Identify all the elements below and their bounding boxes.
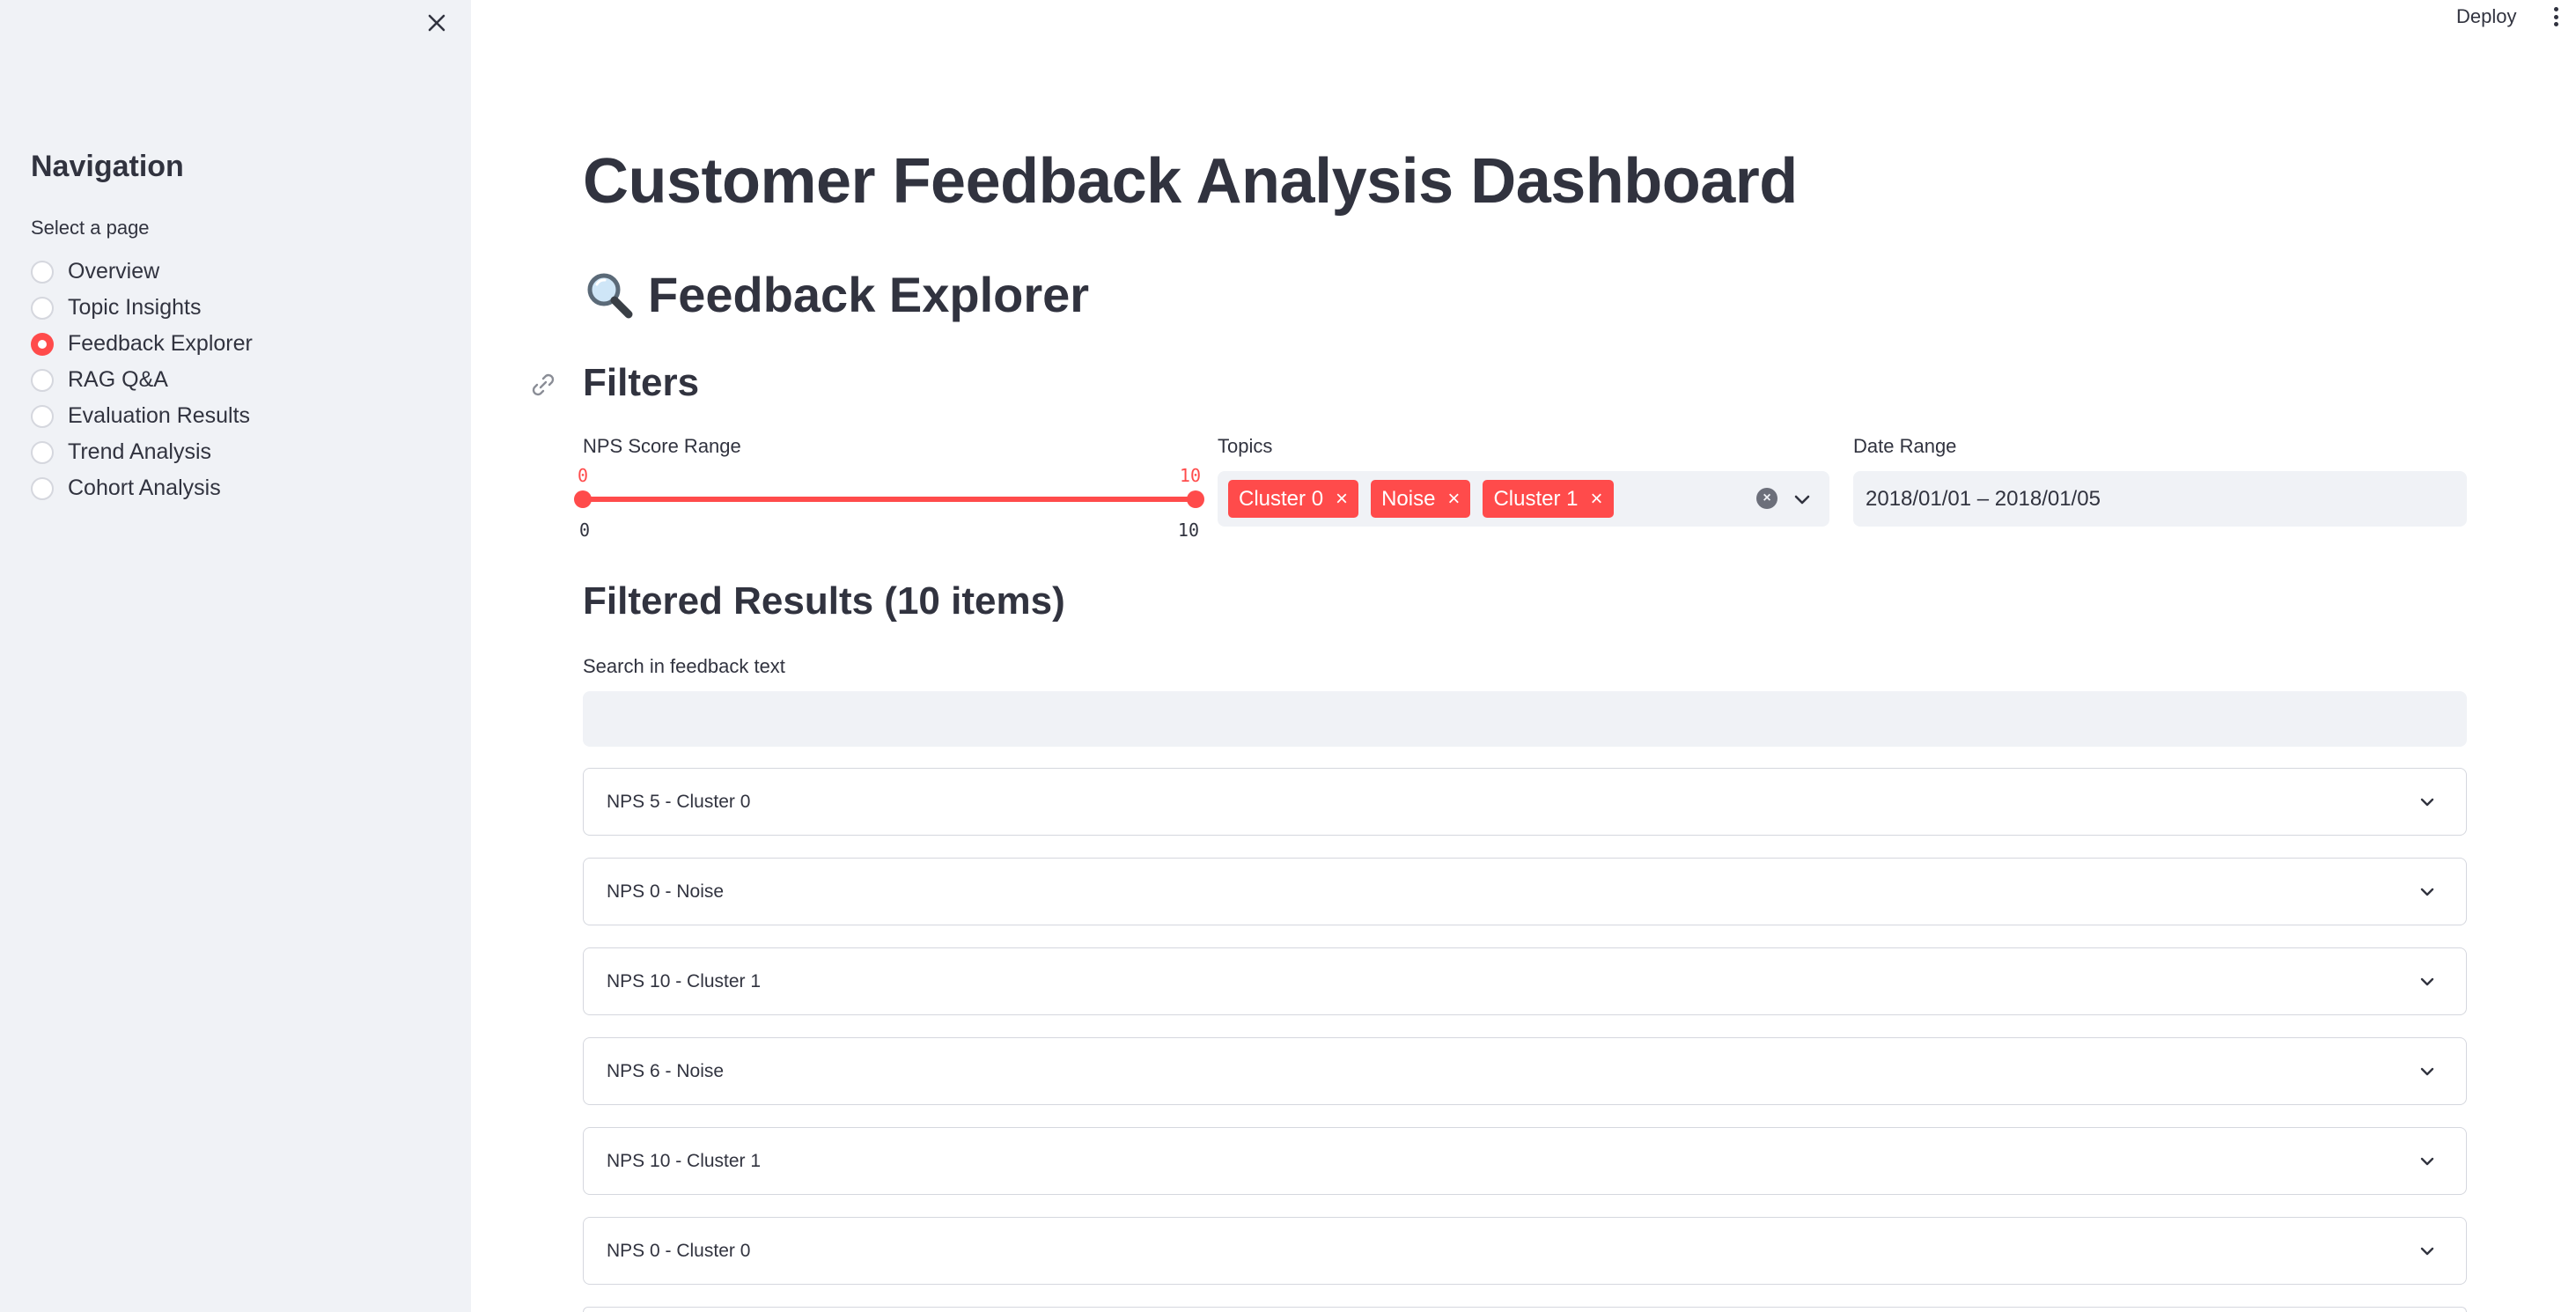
clear-all-icon[interactable]: × (1756, 488, 1777, 509)
expander-label: NPS 10 - Cluster 1 (607, 1150, 762, 1171)
link-icon[interactable] (528, 370, 558, 400)
radio-button[interactable] (31, 476, 54, 500)
chevron-down-icon (2420, 1067, 2434, 1076)
chevron-down-icon[interactable] (1792, 489, 1813, 510)
radio-label: Evaluation Results (68, 403, 251, 428)
close-sidebar-button[interactable] (421, 7, 453, 39)
tag-label: Noise (1381, 486, 1436, 511)
slider-min-value: 0 (578, 465, 589, 486)
nps-range-slider[interactable]: 0 10 0 10 (574, 465, 1204, 541)
chevron-down-icon (2420, 798, 2434, 807)
chevron-down-icon (2420, 1157, 2434, 1166)
radio-button[interactable] (31, 368, 54, 392)
result-expander[interactable]: NPS 6 - Noise (583, 1037, 2467, 1105)
radio-item-overview[interactable]: Overview (31, 254, 253, 290)
remove-tag-icon[interactable]: × (1590, 487, 1602, 512)
topic-tag: Noise × (1371, 480, 1471, 518)
date-range-label: Date Range (1853, 435, 1957, 457)
slider-range-min-label: 0 (579, 520, 591, 541)
date-range-input[interactable]: 2018/01/01 – 2018/01/05 (1853, 471, 2467, 527)
topics-label: Topics (1218, 435, 1273, 457)
radio-button[interactable] (31, 440, 54, 464)
radio-item-feedback-explorer[interactable]: Feedback Explorer (31, 326, 253, 362)
radio-button[interactable] (31, 260, 54, 284)
radio-button[interactable] (31, 296, 54, 320)
expander-label: NPS 5 - Cluster 0 (607, 791, 751, 812)
section-title-text: Feedback Explorer (648, 267, 1090, 322)
topic-tag: Cluster 1 × (1483, 480, 1614, 518)
chevron-down-icon (2420, 977, 2434, 986)
magnifying-glass-icon (583, 269, 636, 321)
kebab-dot (2553, 22, 2558, 26)
radio-label: Feedback Explorer (68, 331, 253, 356)
radio-label: Cohort Analysis (68, 475, 221, 500)
result-expander-partial[interactable] (583, 1307, 2467, 1312)
radio-label: Trend Analysis (68, 439, 212, 464)
slider-track[interactable] (583, 497, 1196, 502)
slider-max-handle[interactable] (1187, 490, 1204, 508)
main-menu-button[interactable] (2547, 4, 2565, 30)
sidebar: Navigation Select a page Overview Topic … (0, 0, 471, 1312)
radio-item-topic-insights[interactable]: Topic Insights (31, 290, 253, 326)
radio-item-cohort-analysis[interactable]: Cohort Analysis (31, 470, 253, 506)
deploy-button[interactable]: Deploy (2456, 5, 2516, 28)
page-select-label: Select a page (31, 217, 150, 239)
radio-label: Overview (68, 259, 160, 284)
tag-label: Cluster 0 (1239, 486, 1324, 511)
remove-tag-icon[interactable]: × (1447, 487, 1460, 512)
filters-heading: Filters (583, 361, 700, 404)
expander-label: NPS 0 - Cluster 0 (607, 1240, 751, 1261)
result-expander[interactable]: NPS 5 - Cluster 0 (583, 768, 2467, 836)
kebab-dot (2553, 14, 2558, 19)
sidebar-title: Navigation (31, 150, 184, 183)
kebab-dot (2553, 7, 2558, 11)
slider-range-max-label: 10 (1177, 520, 1199, 541)
search-label: Search in feedback text (583, 655, 785, 677)
radio-item-evaluation-results[interactable]: Evaluation Results (31, 398, 253, 434)
expander-label: NPS 10 - Cluster 1 (607, 970, 762, 991)
result-expander[interactable]: NPS 0 - Noise (583, 858, 2467, 925)
radio-label: Topic Insights (68, 295, 202, 320)
close-icon (428, 14, 445, 32)
expander-label: NPS 0 - Noise (607, 881, 725, 902)
radio-label: RAG Q&A (68, 367, 168, 392)
topics-multiselect[interactable]: Cluster 0 × Noise × Cluster 1 × × (1218, 471, 1829, 527)
result-expander[interactable]: NPS 10 - Cluster 1 (583, 1127, 2467, 1195)
page-radio-group: Overview Topic Insights Feedback Explore… (31, 254, 253, 506)
topic-tag: Cluster 0 × (1228, 480, 1359, 518)
radio-button[interactable] (31, 404, 54, 428)
chevron-down-icon (2420, 888, 2434, 896)
results-heading: Filtered Results (10 items) (583, 579, 1065, 623)
tag-label: Cluster 1 (1493, 486, 1579, 511)
radio-item-trend-analysis[interactable]: Trend Analysis (31, 434, 253, 470)
nps-range-label: NPS Score Range (583, 435, 741, 457)
chevron-down-icon (2420, 1247, 2434, 1256)
search-input[interactable] (583, 691, 2467, 747)
result-expander[interactable]: NPS 10 - Cluster 1 (583, 947, 2467, 1015)
radio-button-selected[interactable] (31, 332, 54, 356)
expander-label: NPS 6 - Noise (607, 1060, 725, 1081)
radio-item-rag-qa[interactable]: RAG Q&A (31, 362, 253, 398)
slider-min-handle[interactable] (574, 490, 592, 508)
page-title: Customer Feedback Analysis Dashboard (583, 146, 1798, 217)
remove-tag-icon[interactable]: × (1336, 487, 1348, 512)
slider-max-value: 10 (1179, 465, 1201, 486)
section-title: Feedback Explorer (583, 266, 1089, 323)
result-expander[interactable]: NPS 0 - Cluster 0 (583, 1217, 2467, 1285)
